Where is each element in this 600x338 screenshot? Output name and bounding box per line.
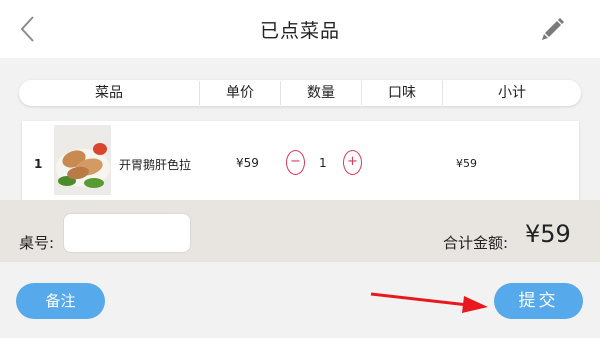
page-title: 已点菜品 <box>259 20 340 42</box>
dish-image-icon <box>54 125 111 195</box>
decrease-quantity-button[interactable]: − <box>286 150 305 175</box>
column-header-dish: 菜品 <box>95 85 123 101</box>
item-index: 1 <box>34 157 43 171</box>
column-header-unit-price: 单价 <box>226 85 254 101</box>
top-navigation-bar: 已点菜品 <box>0 0 600 58</box>
dish-quantity: 1 <box>319 156 327 170</box>
dish-name: 开胃鹅肝色拉 <box>119 158 192 172</box>
submit-button[interactable]: 提交 <box>494 283 583 319</box>
dish-unit-price: ¥59 <box>236 156 259 170</box>
edit-pencil-icon[interactable] <box>538 14 568 44</box>
dish-subtotal: ¥59 <box>456 157 477 170</box>
column-header-subtotal: 小计 <box>498 85 526 101</box>
order-item-row: 1 开胃鹅肝色拉 ¥59 − 1 + ¥59 <box>22 121 579 200</box>
note-button[interactable]: 备注 <box>16 283 105 319</box>
table-number-label: 桌号: <box>19 234 55 252</box>
table-header-row: 菜品 单价 数量 口味 小计 <box>19 80 581 106</box>
column-header-flavor: 口味 <box>388 85 416 101</box>
column-header-quantity: 数量 <box>307 85 335 101</box>
increase-quantity-button[interactable]: + <box>343 150 362 175</box>
table-number-input[interactable] <box>63 213 191 253</box>
order-summary-bar: 桌号: 合计金额: ¥59 <box>0 200 600 262</box>
dish-thumbnail <box>54 125 111 195</box>
red-arrow-annotation <box>370 292 488 313</box>
total-amount-label: 合计金额: <box>443 234 509 252</box>
total-amount-value: ¥59 <box>525 220 571 248</box>
